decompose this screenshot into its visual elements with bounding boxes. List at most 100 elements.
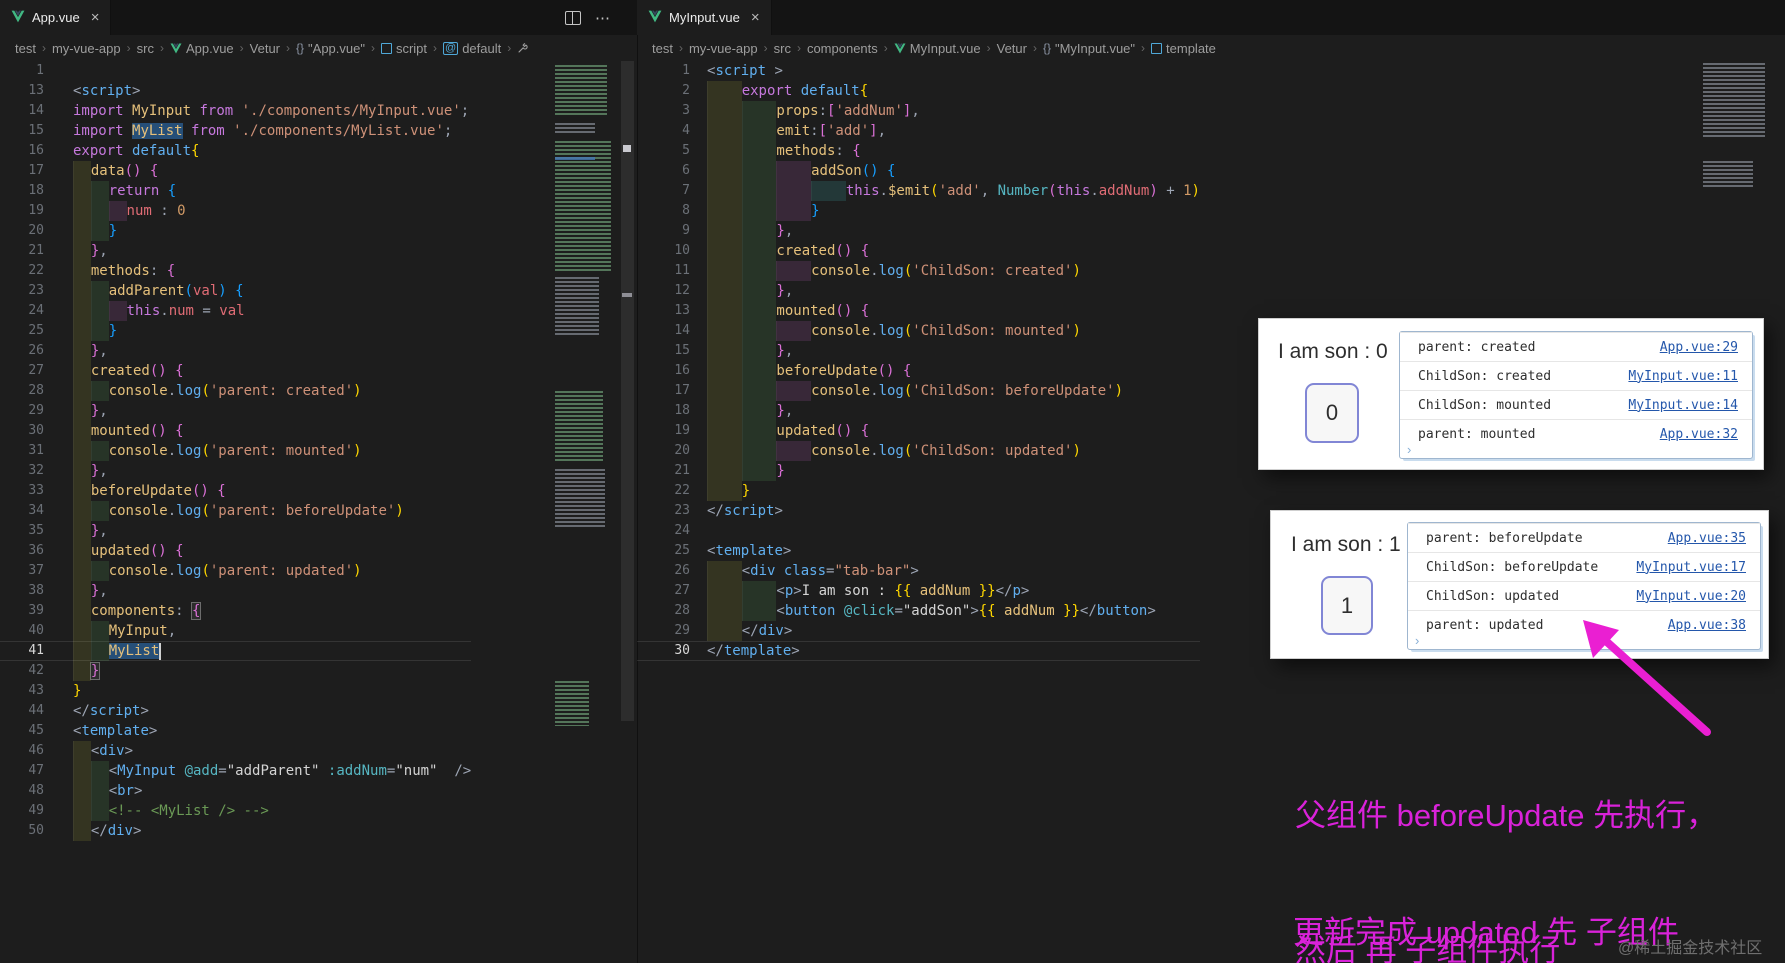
line-number: 8 [682, 203, 690, 218]
line-number: 16 [28, 143, 44, 158]
console-source-link: App.vue:32 [1659, 426, 1738, 442]
breadcrumb-separator: › [678, 41, 683, 55]
code-text: <template> [707, 543, 792, 559]
close-icon[interactable]: × [751, 9, 760, 26]
console-log-message: ChildSon: beforeUpdate [1426, 559, 1599, 575]
counter-button: 1 [1321, 576, 1373, 635]
code-line: 44 </script> [0, 701, 471, 721]
line-number: 23 [28, 283, 44, 298]
line-number: 39 [28, 603, 44, 618]
code-text: </div> [707, 621, 792, 641]
breadcrumb-label: src [136, 40, 154, 56]
breadcrumb-item[interactable]: Vetur [997, 41, 1027, 56]
code-text: mounted() { [707, 301, 869, 321]
line-number: 25 [28, 323, 44, 338]
breadcrumb-label: test [652, 40, 673, 56]
code-line: 2 export default{ [637, 81, 1200, 101]
breadcrumb-label: MyInput.vue [909, 40, 981, 56]
close-icon[interactable]: × [91, 9, 100, 26]
left-breadcrumb: test › my-vue-app › src › App.vue › Vetur › {} "App… [0, 35, 637, 61]
tab-myinput-vue[interactable]: MyInput.vue × [637, 0, 772, 35]
line-number: 45 [28, 723, 44, 738]
line-number: 25 [674, 543, 690, 558]
right-code-editor[interactable]: 1 <script > 2 export default{3 props:['addNu… [637, 61, 1200, 661]
breadcrumb-item[interactable]: {} "MyInput.vue" [1043, 41, 1135, 56]
breadcrumb-item[interactable]: {} "App.vue" [296, 41, 365, 56]
console-source-link: MyInput.vue:14 [1628, 397, 1738, 413]
line-number: 18 [28, 183, 44, 198]
editor-group-left: App.vue × ⋯ test › my-vue-app › src › App.vue ›… [0, 0, 638, 963]
breadcrumb-item[interactable]: test [652, 41, 673, 56]
breadcrumb-item[interactable]: script [380, 41, 427, 56]
code-line: 11 console.log('ChildSon: created') [637, 261, 1200, 281]
code-line: 28 console.log('parent: created') [0, 381, 471, 401]
line-number: 6 [682, 163, 690, 178]
line-number: 43 [28, 683, 44, 698]
code-line: 42} [0, 661, 471, 681]
code-text: <script> [73, 83, 141, 99]
code-text: </script> [707, 503, 783, 519]
code-text: MyList [73, 641, 162, 661]
code-text: } [707, 201, 820, 221]
breadcrumb-label: Vetur [249, 40, 281, 56]
code-line: 1 [0, 61, 471, 81]
code-line: 15 import MyList from './components/MyLis… [0, 121, 471, 141]
code-text: }, [707, 401, 793, 421]
left-group-actions: ⋯ [565, 9, 637, 27]
breadcrumb-item[interactable]: MyInput.vue [894, 41, 981, 56]
code-text: methods: { [73, 261, 175, 281]
breadcrumb-separator: › [1141, 41, 1146, 55]
breadcrumb-separator: › [796, 41, 801, 55]
breadcrumb-item[interactable]: my-vue-app [689, 41, 758, 56]
code-line: 50 </div> [0, 821, 471, 841]
code-line: 35}, [0, 521, 471, 541]
line-number: 50 [28, 823, 44, 838]
breadcrumb-item[interactable]: src [137, 41, 154, 56]
line-number: 17 [674, 383, 690, 398]
line-number: 29 [28, 403, 44, 418]
code-text: } [73, 683, 82, 699]
code-line: 22} [637, 481, 1200, 501]
code-line: 33 beforeUpdate() { [0, 481, 471, 501]
breadcrumb-item[interactable]: src [774, 41, 791, 56]
code-line: 48 <br> [0, 781, 471, 801]
code-text: }, [73, 341, 108, 361]
breadcrumb-item[interactable]: components [807, 41, 878, 56]
code-text: </script> [73, 703, 149, 719]
more-actions-icon[interactable]: ⋯ [595, 9, 611, 27]
breadcrumb-item[interactable] [517, 42, 528, 54]
code-text: export default{ [73, 143, 200, 159]
code-text: components: { [73, 601, 202, 621]
code-line: 34 console.log('parent: beforeUpdate') [0, 501, 471, 521]
left-code-editor[interactable]: 1 13 <script> 14 import MyInput from './comp… [0, 61, 471, 841]
breadcrumb-item[interactable]: @ default [443, 41, 501, 56]
breadcrumb-item[interactable]: Vetur [250, 41, 280, 56]
line-number: 20 [674, 443, 690, 458]
left-scrollbar[interactable] [620, 61, 635, 963]
line-number: 33 [28, 483, 44, 498]
breadcrumb-item[interactable]: test [15, 41, 36, 56]
left-minimap[interactable] [552, 61, 618, 961]
line-number: 42 [28, 663, 44, 678]
code-line: 49 <!-- <MyList /> --> [0, 801, 471, 821]
line-number: 19 [674, 423, 690, 438]
breadcrumb-item[interactable]: my-vue-app [52, 41, 121, 56]
breadcrumb-item[interactable]: template [1151, 41, 1216, 56]
line-number: 34 [28, 503, 44, 518]
line-number: 44 [28, 703, 44, 718]
code-line: 36 updated() { [0, 541, 471, 561]
code-text: mounted() { [73, 421, 184, 441]
code-text: console.log('parent: created') [73, 381, 362, 401]
split-editor-icon[interactable] [565, 10, 581, 25]
line-number: 27 [28, 363, 44, 378]
code-text: console.log('ChildSon: created') [707, 261, 1081, 281]
tab-app-vue[interactable]: App.vue × [0, 0, 112, 35]
code-line: 22 methods: { [0, 261, 471, 281]
code-line: 26}, [0, 341, 471, 361]
line-number: 23 [674, 503, 690, 518]
console-log-message: parent: created [1418, 339, 1536, 355]
line-number: 9 [682, 223, 690, 238]
code-text: this.num = val [73, 301, 245, 321]
breadcrumb-item[interactable]: App.vue [170, 41, 234, 56]
console-log-message: ChildSon: mounted [1418, 397, 1552, 413]
